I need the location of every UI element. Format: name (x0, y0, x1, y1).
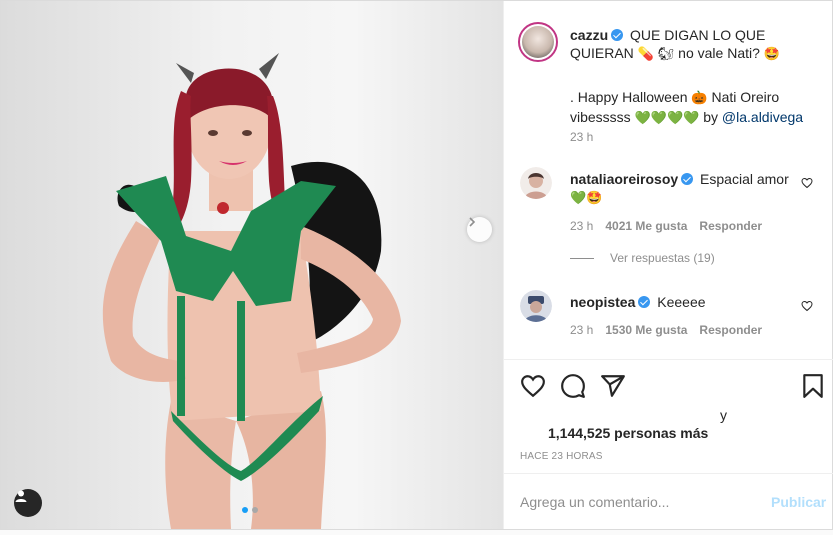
comment-like-heart-icon[interactable] (801, 177, 813, 189)
caption-by: by (703, 109, 719, 125)
caption-mention-link[interactable]: @la.aldivega (722, 109, 803, 125)
comment-meta: 23 h 4021 Me gusta Responder (570, 219, 762, 233)
carousel-next-button[interactable] (467, 217, 492, 242)
carousel-dot-active (242, 507, 248, 513)
carousel-indicator (242, 507, 258, 513)
commenter-avatar[interactable] (520, 290, 552, 322)
caption-line-1-tail: no vale Nati? (678, 45, 760, 61)
pill-emoji: 💊 (637, 47, 654, 62)
commenter-username[interactable]: neopistea (570, 294, 635, 310)
heart-icon[interactable] (520, 373, 546, 399)
page-bottom-edge (0, 530, 833, 535)
composer-divider (504, 473, 833, 474)
share-icon[interactable] (600, 373, 626, 399)
verified-badge-icon (611, 29, 624, 41)
comment-meta: 23 h 1530 Me gusta Responder (570, 323, 762, 337)
post-caption: cazzu QUE DIGAN LO QUE QUIERAN 💊 🐿 no va… (570, 26, 820, 128)
comment-likes[interactable]: 1530 Me gusta (605, 323, 687, 337)
carousel-dot (252, 507, 258, 513)
post-photo[interactable] (1, 1, 503, 529)
comment-reply-button[interactable]: Responder (699, 219, 762, 233)
instagram-post: cazzu QUE DIGAN LO QUE QUIERAN 💊 🐿 no va… (0, 0, 833, 530)
caption-line-2: . Happy Halloween (570, 89, 688, 105)
caption-timestamp: 23 h (570, 130, 594, 144)
green-hearts-emoji: 💚💚💚💚 (634, 111, 700, 126)
avatar-image (520, 167, 552, 199)
publish-button[interactable]: Publicar (771, 494, 826, 510)
comment-body: neopistea Keeeee (570, 293, 795, 311)
chipmunk-emoji: 🐿 (657, 47, 675, 62)
bookmark-icon[interactable] (800, 373, 826, 399)
comment-time: 23 h (570, 219, 594, 233)
chevron-right-icon (469, 217, 476, 227)
author-avatar[interactable] (518, 22, 558, 62)
likes-count[interactable]: 1,144,525 personas más (548, 425, 708, 441)
view-replies-button[interactable]: Ver respuestas (19) (570, 251, 715, 265)
post-side-panel: cazzu QUE DIGAN LO QUE QUIERAN 💊 🐿 no va… (503, 1, 833, 529)
author-username[interactable]: cazzu (570, 27, 608, 43)
verified-badge-icon (638, 296, 651, 308)
comment-input[interactable] (520, 487, 760, 517)
comment-text: Espacial amor (700, 171, 789, 187)
actions-divider (504, 359, 833, 360)
star-eyes-emoji: 🤩 (763, 47, 780, 62)
comment-emoji: 💚🤩 (570, 191, 603, 206)
commenter-avatar[interactable] (520, 167, 552, 199)
photo-illustration (102, 53, 401, 529)
comment-text: Keeeee (657, 294, 706, 310)
comment-like-heart-icon[interactable] (801, 300, 813, 312)
avatar-image (520, 290, 552, 322)
verified-badge-icon (681, 173, 694, 185)
post-age: HACE 23 HORAS (520, 451, 603, 462)
view-replies-label: Ver respuestas (19) (610, 251, 715, 265)
comment-icon[interactable] (560, 373, 586, 399)
pumpkin-emoji: 🎃 (691, 91, 708, 106)
likes-conjunction: y (720, 407, 727, 423)
replies-divider (570, 257, 594, 259)
commenter-username[interactable]: nataliaoreirosoy (570, 171, 678, 187)
comment-likes[interactable]: 4021 Me gusta (605, 219, 687, 233)
comment-time: 23 h (570, 323, 594, 337)
comment-body: nataliaoreirosoy Espacial amor 💚🤩 (570, 170, 795, 208)
user-tag-button[interactable] (14, 489, 42, 517)
comment-reply-button[interactable]: Responder (699, 323, 762, 337)
user-tag-icon (15, 490, 27, 502)
